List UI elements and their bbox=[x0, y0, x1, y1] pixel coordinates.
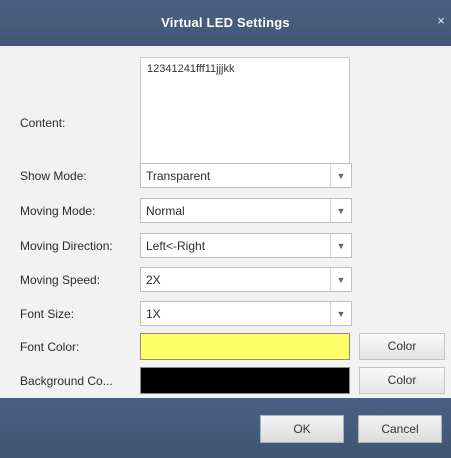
moving-speed-label: Moving Speed: bbox=[20, 273, 101, 287]
dialog-footer: OK Cancel bbox=[0, 398, 451, 458]
moving-mode-select[interactable]: Normal ▼ bbox=[140, 198, 352, 223]
moving-direction-select[interactable]: Left<-Right ▼ bbox=[140, 233, 352, 258]
dialog-body: Content: 12341241fff11jjjkk Show Mode: T… bbox=[0, 46, 451, 398]
cancel-button[interactable]: Cancel bbox=[358, 415, 442, 443]
virtual-led-settings-dialog: Virtual LED Settings × Content: 12341241… bbox=[0, 0, 451, 458]
background-color-swatch bbox=[140, 367, 350, 394]
chevron-down-icon[interactable]: ▼ bbox=[330, 164, 351, 187]
moving-mode-value: Normal bbox=[146, 204, 185, 218]
moving-speed-value: 2X bbox=[146, 273, 161, 287]
show-mode-select[interactable]: Transparent ▼ bbox=[140, 163, 352, 188]
chevron-down-icon[interactable]: ▼ bbox=[330, 268, 351, 291]
background-color-button[interactable]: Color bbox=[359, 367, 445, 394]
moving-speed-select[interactable]: 2X ▼ bbox=[140, 267, 352, 292]
font-color-swatch bbox=[140, 333, 350, 360]
content-text: 12341241fff11jjjkk bbox=[147, 63, 235, 75]
show-mode-label: Show Mode: bbox=[20, 169, 87, 183]
moving-direction-label: Moving Direction: bbox=[20, 239, 113, 253]
content-label: Content: bbox=[20, 116, 66, 130]
background-color-label: Background Co... bbox=[20, 374, 113, 388]
chevron-down-icon[interactable]: ▼ bbox=[330, 302, 351, 325]
moving-direction-value: Left<-Right bbox=[146, 239, 206, 253]
show-mode-value: Transparent bbox=[146, 169, 211, 183]
close-icon[interactable]: × bbox=[434, 13, 448, 29]
chevron-down-icon[interactable]: ▼ bbox=[330, 234, 351, 257]
moving-mode-label: Moving Mode: bbox=[20, 204, 96, 218]
ok-button[interactable]: OK bbox=[260, 415, 344, 443]
font-color-button[interactable]: Color bbox=[359, 333, 445, 360]
font-size-value: 1X bbox=[146, 307, 161, 321]
dialog-titlebar: Virtual LED Settings × bbox=[0, 0, 451, 46]
content-textarea[interactable]: 12341241fff11jjjkk bbox=[140, 57, 350, 175]
font-color-label: Font Color: bbox=[20, 340, 80, 354]
chevron-down-icon[interactable]: ▼ bbox=[330, 199, 351, 222]
font-size-label: Font Size: bbox=[20, 307, 75, 321]
font-size-select[interactable]: 1X ▼ bbox=[140, 301, 352, 326]
dialog-title: Virtual LED Settings bbox=[161, 15, 290, 30]
